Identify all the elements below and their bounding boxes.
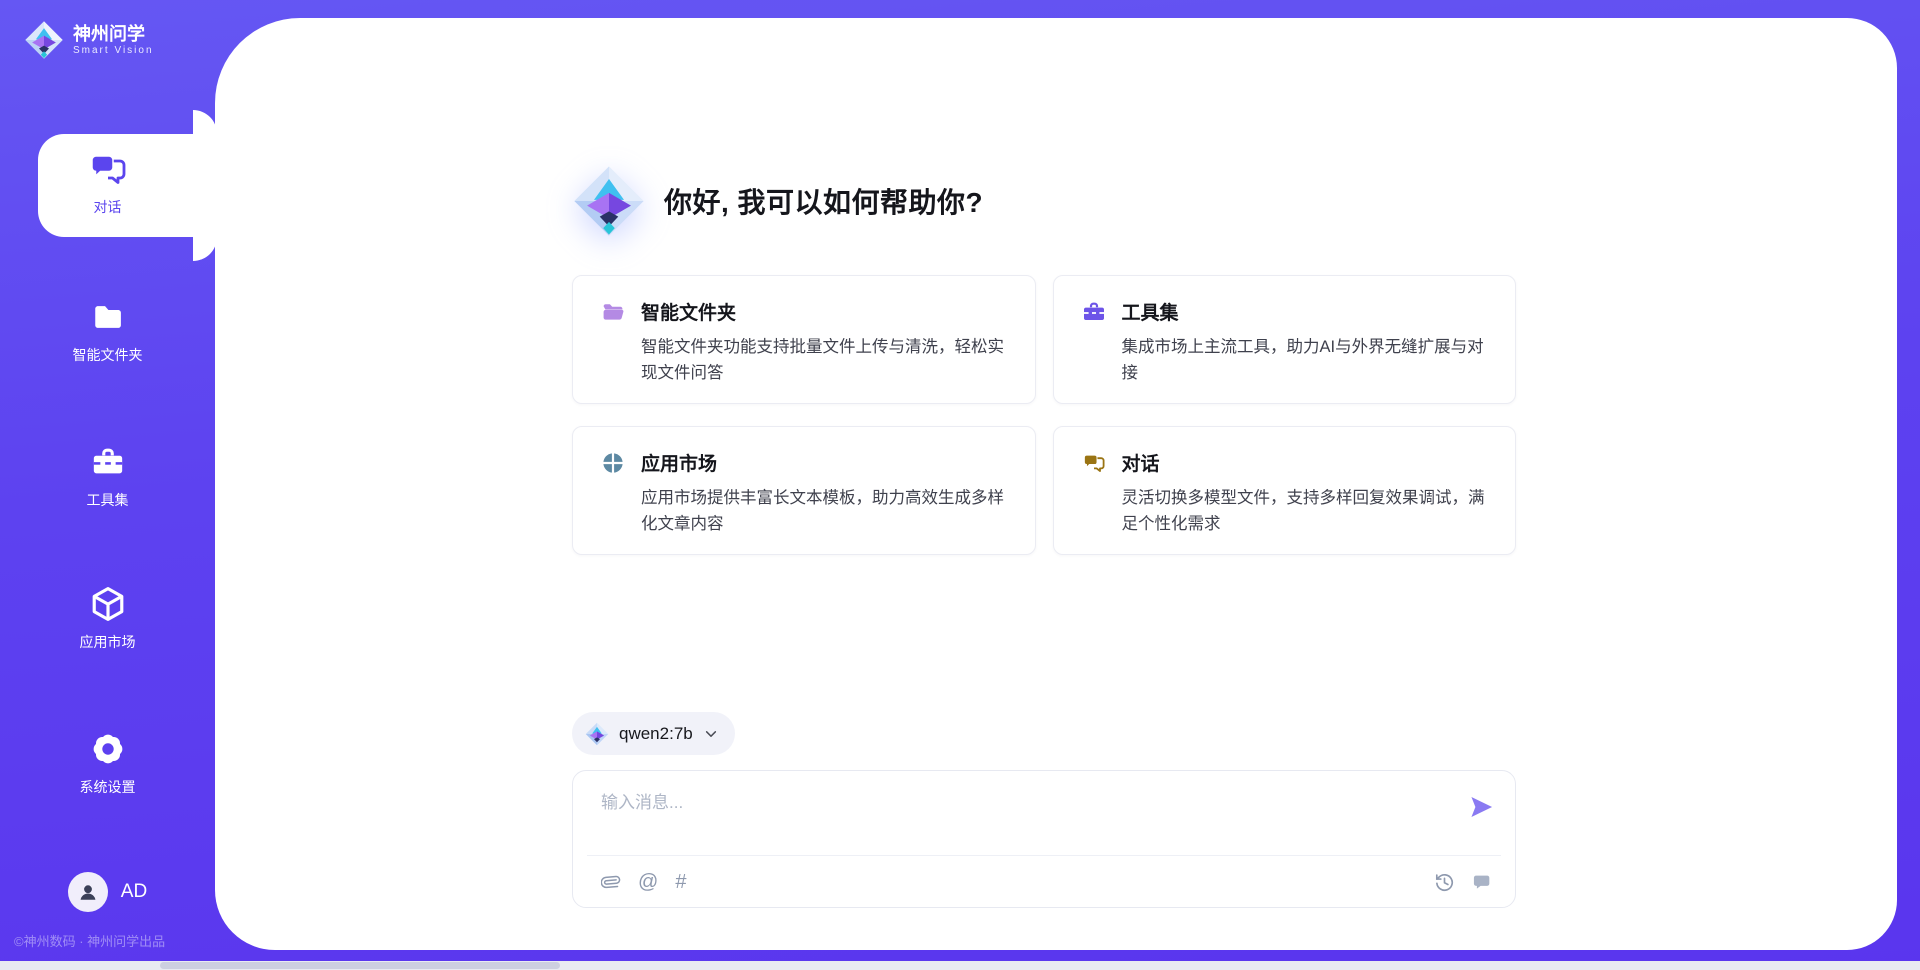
sidebar-item-toolbox[interactable]: 工具集: [0, 441, 215, 510]
user-account[interactable]: AD: [0, 872, 215, 912]
history-icon: [1434, 872, 1455, 893]
card-title: 工具集: [1122, 298, 1179, 325]
card-description: 智能文件夹功能支持批量文件上传与清洗，轻松实现文件问答: [641, 334, 1009, 386]
gear-icon: [0, 728, 215, 770]
model-selector[interactable]: qwen2:7b: [572, 712, 735, 755]
mention-button[interactable]: @: [638, 872, 658, 892]
send-button[interactable]: [1467, 793, 1495, 821]
conversation-button[interactable]: [1472, 872, 1493, 893]
card-description: 灵活切换多模型文件，支持多样回复效果调试，满足个性化需求: [1122, 485, 1490, 537]
brand-name: 神州问学: [73, 24, 154, 44]
folder-icon: [0, 296, 215, 338]
attach-button[interactable]: [601, 872, 621, 892]
greeting-diamond-icon: [572, 164, 646, 238]
sidebar-item-label: 应用市场: [0, 632, 215, 652]
card-description: 应用市场提供丰富长文本模板，助力高效生成多样化文章内容: [641, 485, 1009, 537]
sidebar-item-label: 系统设置: [0, 777, 215, 797]
card-app-market[interactable]: 应用市场 应用市场提供丰富长文本模板，助力高效生成多样化文章内容: [572, 426, 1036, 555]
card-chat[interactable]: 对话 灵活切换多模型文件，支持多样回复效果调试，满足个性化需求: [1053, 426, 1517, 555]
sidebar-item-label: 对话: [0, 197, 215, 217]
message-composer: @ #: [572, 770, 1516, 908]
card-smart-folder[interactable]: 智能文件夹 智能文件夹功能支持批量文件上传与清洗，轻松实现文件问答: [572, 275, 1036, 404]
copyright-text: ©神州数码 · 神州问学出品: [14, 931, 165, 950]
feature-cards: 智能文件夹 智能文件夹功能支持批量文件上传与清洗，轻松实现文件问答 工具集: [572, 275, 1516, 555]
brand-logo: 神州问学 Smart Vision: [0, 20, 215, 60]
avatar: [68, 872, 108, 912]
blob-corner-top: [193, 110, 217, 134]
sidebar-item-chat[interactable]: 对话: [0, 148, 215, 217]
chat-icon: [0, 148, 215, 190]
sidebar-item-smart-folder[interactable]: 智能文件夹: [0, 296, 215, 365]
sidebar-item-label: 工具集: [0, 490, 215, 510]
horizontal-scrollbar: [0, 961, 1920, 970]
chat-icon: [1082, 451, 1106, 475]
card-title: 对话: [1122, 449, 1160, 476]
grid-market-icon: [601, 451, 625, 475]
card-title: 智能文件夹: [641, 298, 736, 325]
model-diamond-icon: [585, 722, 609, 746]
greeting: 你好, 我可以如何帮助你?: [572, 164, 983, 238]
hash-icon: #: [675, 872, 686, 892]
model-name: qwen2:7b: [619, 724, 693, 744]
message-input[interactable]: [573, 771, 1515, 855]
cube-icon: [0, 583, 215, 625]
chat-filled-icon: [1472, 872, 1493, 893]
chevron-down-icon: [703, 726, 719, 742]
card-title: 应用市场: [641, 449, 717, 476]
brand-subtitle: Smart Vision: [73, 44, 154, 57]
sidebar-item-settings[interactable]: 系统设置: [0, 728, 215, 797]
sidebar-item-app-market[interactable]: 应用市场: [0, 583, 215, 652]
toolbox-icon: [0, 441, 215, 483]
folder-open-icon: [601, 300, 625, 324]
blob-corner-bottom: [193, 237, 217, 261]
toolbox-icon: [1082, 300, 1106, 324]
person-icon: [76, 880, 100, 904]
greeting-text: 你好, 我可以如何帮助你?: [664, 181, 983, 221]
card-description: 集成市场上主流工具，助力AI与外界无缝扩展与对接: [1122, 334, 1490, 386]
card-toolbox[interactable]: 工具集 集成市场上主流工具，助力AI与外界无缝扩展与对接: [1053, 275, 1517, 404]
send-icon: [1467, 793, 1495, 821]
scrollbar-thumb[interactable]: [160, 962, 560, 969]
app-window: 神州问学 Smart Vision 对话 智能文件夹: [0, 0, 1920, 970]
at-icon: @: [638, 872, 658, 892]
sidebar-item-label: 智能文件夹: [0, 345, 215, 365]
brand-diamond-icon: [24, 20, 64, 60]
paperclip-icon: [601, 872, 621, 892]
topic-button[interactable]: #: [675, 872, 686, 892]
history-button[interactable]: [1434, 872, 1455, 893]
user-initials: AD: [121, 881, 147, 903]
